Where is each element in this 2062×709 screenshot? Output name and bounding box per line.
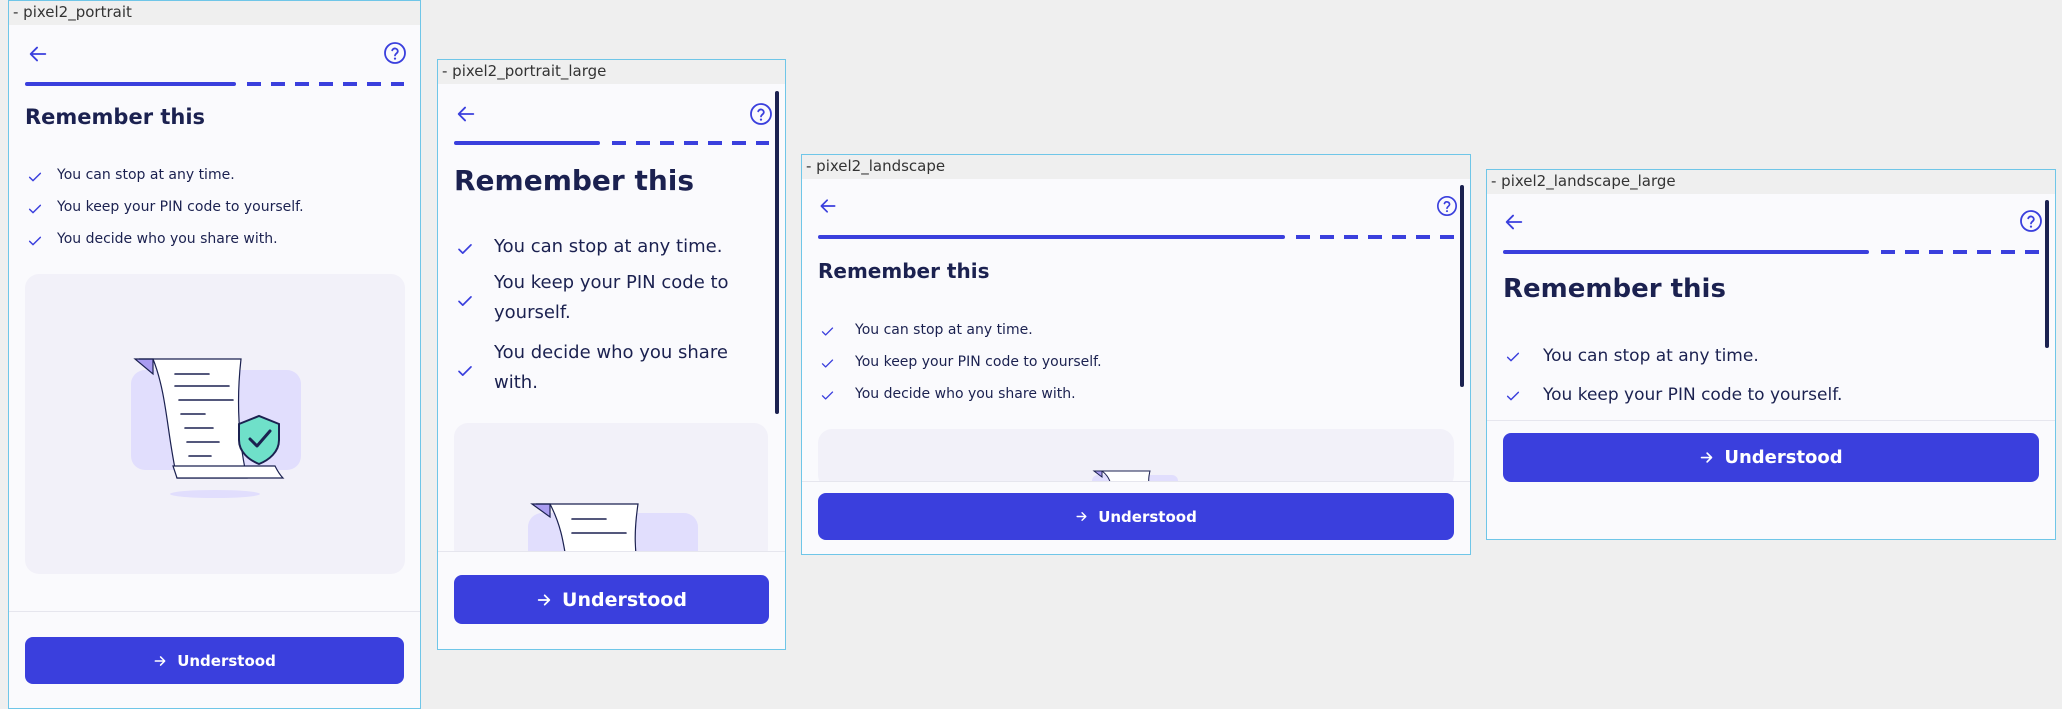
page-title: Remember this — [25, 105, 206, 129]
frame-pixel2-portrait: - pixel2_portrait Remember this You can … — [8, 0, 421, 709]
arrow-right-icon — [1701, 452, 1713, 463]
checkmark-icon — [28, 172, 42, 182]
checkmark-icon — [821, 391, 834, 400]
list-item-text: You can stop at any time. — [1543, 346, 1759, 366]
list-item: You keep your PIN code to yourself. — [1505, 385, 2033, 405]
scrollbar[interactable] — [1460, 185, 1464, 387]
scrollbar[interactable] — [775, 91, 779, 414]
list-item: You decide who you share with. — [27, 231, 404, 249]
list-item-text: You decide who you share with. — [855, 386, 1076, 402]
list-item-text: You keep your PIN code to yourself. — [57, 199, 304, 215]
button-label: Understood — [1724, 447, 1843, 468]
footer: Understood — [802, 481, 1470, 554]
understood-button[interactable]: Understood — [454, 575, 769, 624]
frame-label: - pixel2_portrait_large — [438, 60, 785, 84]
question-circle-icon[interactable] — [1436, 195, 1458, 217]
list-item-text: You decide who you share with. — [494, 342, 728, 393]
arrow-left-icon[interactable] — [1503, 211, 1525, 233]
list-item: You can stop at any time. — [456, 236, 763, 262]
frame-label: - pixel2_landscape_large — [1487, 170, 2055, 194]
checkmark-icon — [821, 327, 834, 336]
app-screen: Remember this You can stop at any time. … — [1487, 194, 2055, 539]
list-item: You can stop at any time. — [820, 322, 1448, 339]
frame-pixel2-landscape-large: - pixel2_landscape_large Remember this Y… — [1486, 169, 2056, 540]
button-label: Understood — [177, 651, 276, 670]
list-item-text: You can stop at any time. — [494, 236, 723, 257]
understood-button[interactable]: Understood — [25, 637, 404, 684]
progress-bar — [454, 141, 769, 145]
app-screen: Remember this You can stop at any time. … — [9, 25, 420, 708]
scrollbar[interactable] — [2045, 200, 2049, 348]
progress-bar — [25, 82, 404, 86]
page-title: Remember this — [454, 164, 695, 197]
list-item-text: You decide who you share with. — [57, 231, 278, 247]
illustration-card — [25, 274, 405, 574]
button-label: Understood — [1098, 507, 1197, 526]
arrow-left-icon[interactable] — [27, 43, 49, 65]
button-label: Understood — [562, 588, 687, 611]
list-item: You keep your PIN code to yourself. — [27, 199, 404, 217]
list-item: You decide who you share with. — [820, 386, 1448, 403]
question-circle-icon[interactable] — [2019, 209, 2043, 233]
frame-pixel2-landscape: - pixel2_landscape Remember this You can… — [801, 154, 1471, 555]
list-item: You keep your PIN code to yourself. — [456, 272, 763, 328]
question-circle-icon[interactable] — [749, 102, 773, 126]
list-item-text: You can stop at any time. — [855, 322, 1033, 338]
illustration-card — [454, 423, 768, 563]
list-item: You decide who you share with. — [456, 342, 763, 398]
footer: Understood — [438, 551, 785, 649]
checkmark-icon — [28, 236, 42, 246]
page-title: Remember this — [1503, 274, 1726, 304]
list-item-text: You keep your PIN code to yourself. — [494, 272, 729, 323]
frame-label: - pixel2_landscape — [802, 155, 1470, 179]
list-item-text: You keep your PIN code to yourself. — [1543, 385, 1843, 405]
arrow-right-icon — [1076, 512, 1087, 521]
app-screen: Remember this You can stop at any time. … — [802, 179, 1470, 554]
checkmark-icon — [28, 204, 42, 214]
checkmark-icon — [458, 244, 472, 254]
progress-bar — [1503, 250, 2039, 254]
footer: Understood — [9, 611, 420, 708]
checkmark-icon — [458, 296, 472, 306]
app-screen: Remember this You can stop at any time. … — [438, 84, 785, 649]
list-item: You keep your PIN code to yourself. — [820, 354, 1448, 371]
understood-button[interactable]: Understood — [1503, 433, 2039, 482]
checkmark-icon — [1506, 352, 1520, 362]
document-shield-illustration — [131, 358, 301, 498]
list-item: You can stop at any time. — [1505, 346, 2033, 366]
checkmark-icon — [821, 359, 834, 368]
list-item-text: You keep your PIN code to yourself. — [855, 354, 1102, 370]
frame-label: - pixel2_portrait — [9, 1, 420, 25]
progress-bar — [818, 235, 1454, 239]
arrow-right-icon — [154, 655, 166, 666]
arrow-left-icon[interactable] — [455, 103, 477, 125]
understood-button[interactable]: Understood — [818, 493, 1454, 540]
list-item-text: You can stop at any time. — [57, 167, 235, 183]
list-item: You can stop at any time. — [27, 167, 404, 185]
page-title: Remember this — [818, 259, 990, 283]
arrow-left-icon[interactable] — [818, 196, 838, 216]
arrow-right-icon — [537, 593, 551, 606]
illustration-card — [818, 429, 1454, 489]
frame-pixel2-portrait-large: - pixel2_portrait_large Remember this Yo… — [437, 59, 786, 650]
checkmark-icon — [1506, 391, 1520, 401]
question-circle-icon[interactable] — [383, 41, 407, 65]
checkmark-icon — [458, 366, 472, 376]
footer: Understood — [1487, 420, 2055, 539]
